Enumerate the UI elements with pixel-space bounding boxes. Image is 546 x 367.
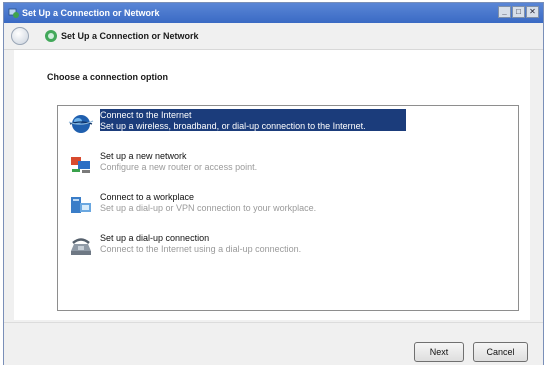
close-button[interactable]: ✕ (526, 6, 539, 18)
option-title: Set up a new network (100, 151, 187, 161)
page-heading: Choose a connection option (47, 72, 168, 82)
option-title: Connect to the Internet (100, 110, 192, 120)
next-button[interactable]: Next (414, 342, 464, 362)
workplace-icon (71, 197, 91, 213)
dialog-footer: Next Cancel (4, 322, 543, 365)
navigation-bar: Set Up a Connection or Network (4, 23, 543, 50)
title-bar[interactable]: Set Up a Connection or Network _ □ ✕ (4, 3, 543, 23)
option-title: Set up a dial-up connection (100, 233, 210, 243)
content-area: Choose a connection option Connect to th… (14, 50, 530, 320)
option-connect-internet[interactable]: Connect to the Internet Set up a wireles… (62, 107, 514, 139)
option-title: Connect to a workplace (100, 192, 195, 202)
option-workplace[interactable]: Connect to a workplace Set up a dial-up … (62, 189, 514, 221)
maximize-icon: □ (516, 7, 521, 16)
cancel-button[interactable]: Cancel (473, 342, 528, 362)
network-globe-icon (8, 8, 19, 18)
globe-icon (68, 115, 94, 133)
connection-options-list: Connect to the Internet Set up a wireles… (57, 105, 519, 311)
network-icon (71, 157, 90, 173)
maximize-button[interactable]: □ (512, 6, 525, 18)
option-description: Set up a wireless, broadband, or dial-up… (100, 121, 366, 131)
network-setup-icon (45, 30, 57, 42)
option-description: Configure a new router or access point. (100, 162, 258, 172)
option-new-network[interactable]: Set up a new network Configure a new rou… (62, 148, 514, 180)
option-description: Set up a dial-up or VPN connection to yo… (100, 203, 317, 213)
option-description: Connect to the Internet using a dial-up … (100, 244, 302, 254)
minimize-button[interactable]: _ (498, 6, 511, 18)
nav-title: Set Up a Connection or Network (61, 31, 199, 41)
close-icon: ✕ (529, 7, 536, 16)
dialog-window: Set Up a Connection or Network _ □ ✕ Set… (3, 2, 544, 365)
back-button[interactable] (11, 27, 29, 45)
phone-icon (71, 238, 91, 255)
minimize-icon: _ (502, 7, 507, 16)
window-title: Set Up a Connection or Network (22, 8, 160, 18)
option-dial-up[interactable]: Set up a dial-up connection Connect to t… (62, 230, 514, 262)
